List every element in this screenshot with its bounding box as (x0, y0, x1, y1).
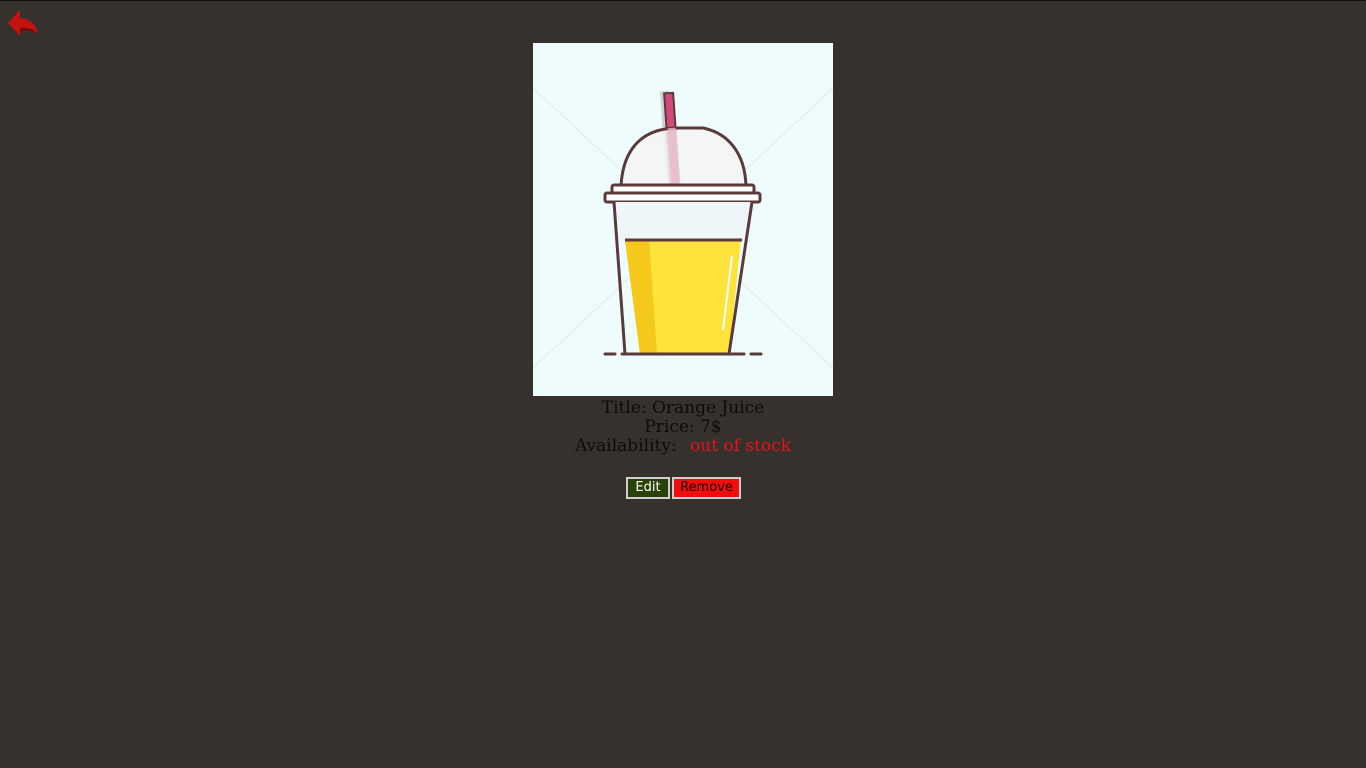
product-image (533, 43, 833, 396)
remove-button[interactable]: Remove (672, 477, 741, 499)
back-button[interactable] (6, 8, 42, 40)
price-label: Price: (644, 417, 695, 437)
price-row: Price: 7$ (433, 418, 933, 437)
availability-status: out of stock (690, 436, 792, 456)
title-label: Title: (601, 398, 647, 418)
price-value: 7$ (700, 417, 722, 437)
back-arrow-icon (8, 10, 38, 37)
action-buttons: Edit Remove (626, 477, 741, 499)
availability-row: Availability: out of stock (433, 437, 933, 456)
edit-button[interactable]: Edit (626, 477, 670, 499)
title-value: Orange Juice (651, 398, 765, 418)
top-border (0, 0, 1366, 1)
availability-label: Availability: (574, 436, 677, 456)
product-details: Title: Orange Juice Price: 7$ Availabili… (433, 399, 933, 456)
title-row: Title: Orange Juice (433, 399, 933, 418)
